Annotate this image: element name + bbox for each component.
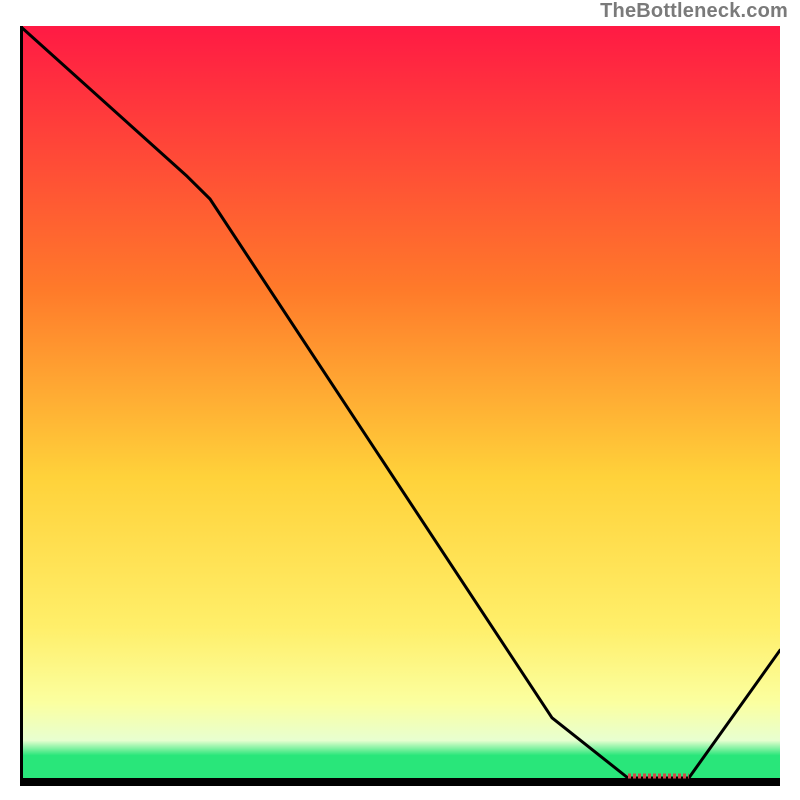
watermark-text: TheBottleneck.com: [600, 0, 788, 23]
plot-area: [20, 26, 780, 786]
chart-frame: TheBottleneck.com: [0, 0, 800, 800]
chart-svg: [20, 26, 780, 786]
gradient-background: [20, 26, 780, 778]
